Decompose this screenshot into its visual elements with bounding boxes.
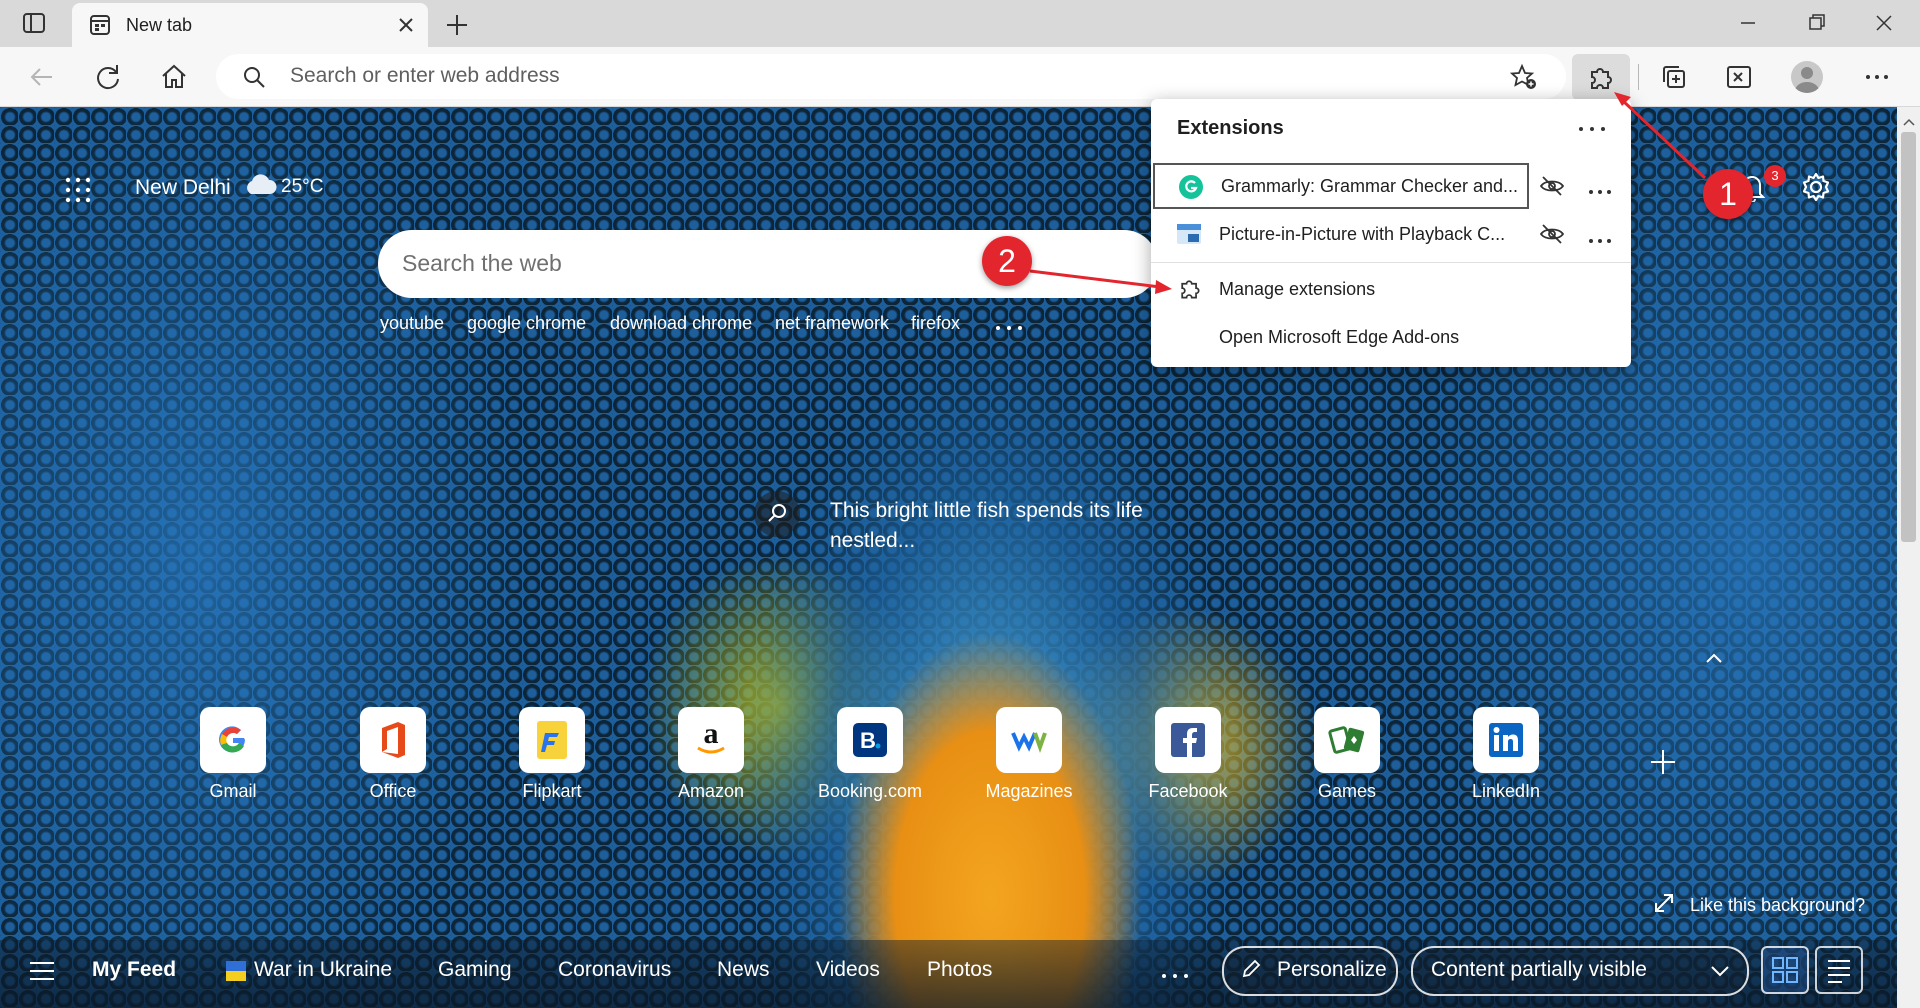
annotation-arrows — [1029, 92, 1707, 294]
annotation-step-2: 2 — [982, 236, 1032, 286]
annotation-step-1: 1 — [1703, 169, 1753, 219]
